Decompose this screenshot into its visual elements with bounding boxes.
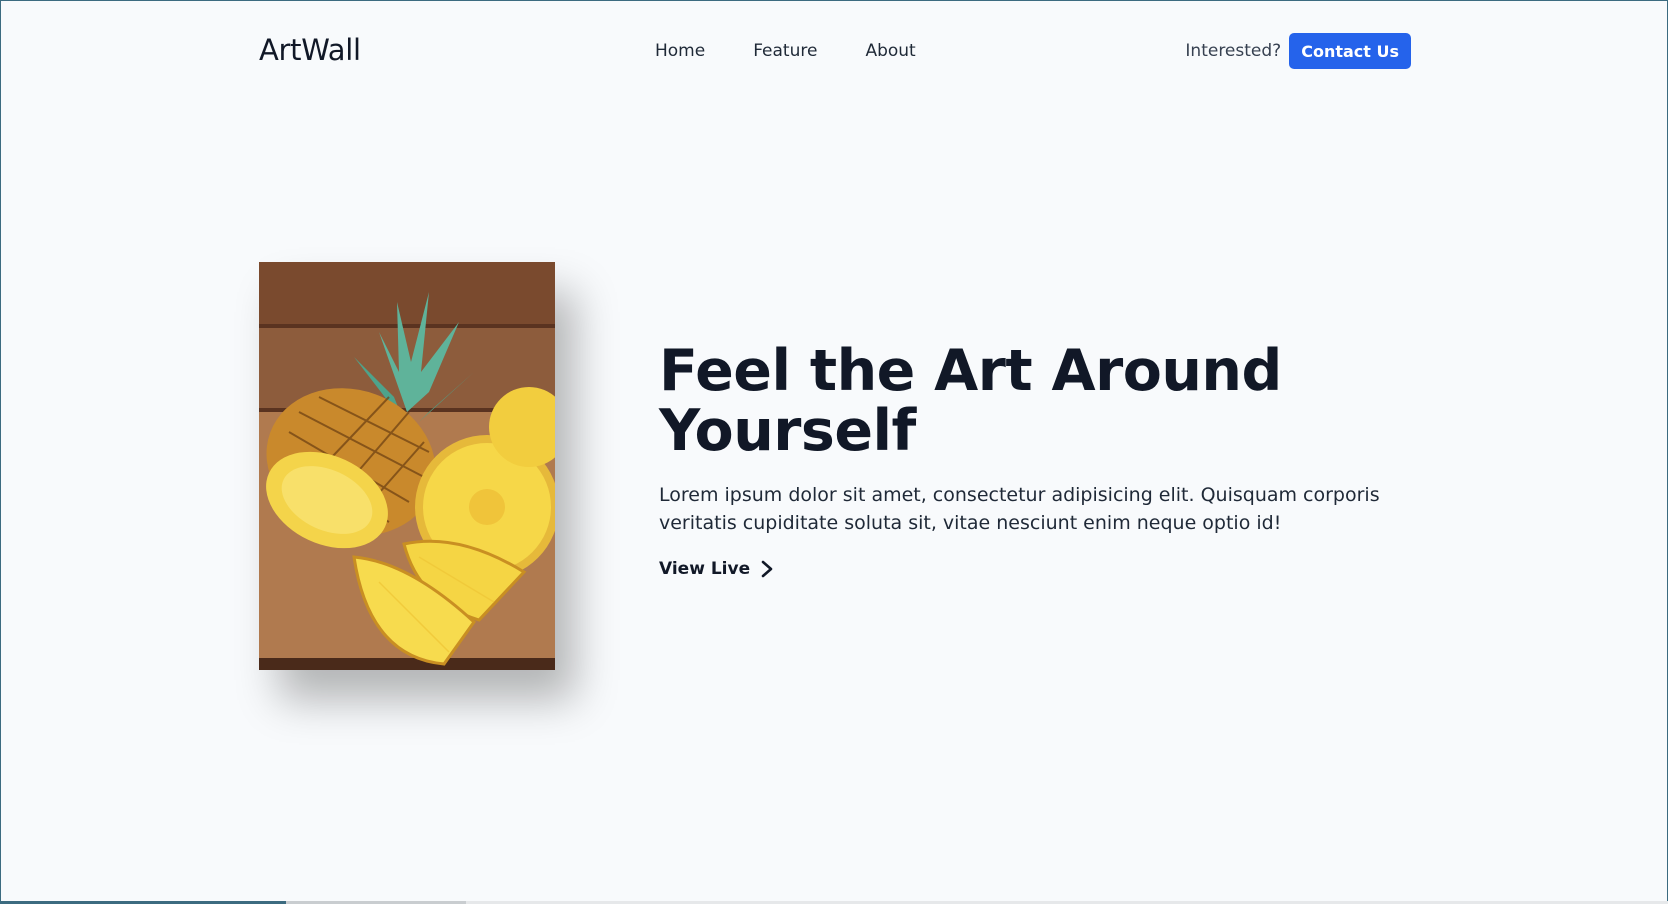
nav-right: Interested? Contact Us: [1185, 33, 1411, 69]
nav-links: Home Feature About: [655, 41, 916, 61]
view-live-label: View Live: [659, 559, 751, 579]
contact-us-button[interactable]: Contact Us: [1289, 33, 1411, 69]
pineapple-photo-icon: [259, 262, 555, 670]
chevron-right-icon: [761, 560, 773, 578]
logo[interactable]: ArtWall: [259, 33, 361, 67]
nav-link-about[interactable]: About: [865, 41, 915, 61]
hero-section: Feel the Art Around Yourself Lorem ipsum…: [659, 341, 1419, 579]
view-live-link[interactable]: View Live: [659, 559, 774, 579]
headline-line-1: Feel the Art Around: [659, 338, 1282, 404]
hero-description: Lorem ipsum dolor sit amet, consectetur …: [659, 484, 1380, 534]
hero-headline: Feel the Art Around Yourself: [659, 341, 1419, 461]
hero-image: [259, 262, 555, 670]
nav-link-home[interactable]: Home: [655, 41, 705, 61]
nav-link-feature[interactable]: Feature: [753, 41, 817, 61]
interested-label: Interested?: [1185, 41, 1282, 61]
top-nav: ArtWall Home Feature About Interested? C…: [259, 31, 1411, 75]
page: ArtWall Home Feature About Interested? C…: [0, 0, 1668, 904]
headline-line-2: Yourself: [659, 398, 916, 464]
